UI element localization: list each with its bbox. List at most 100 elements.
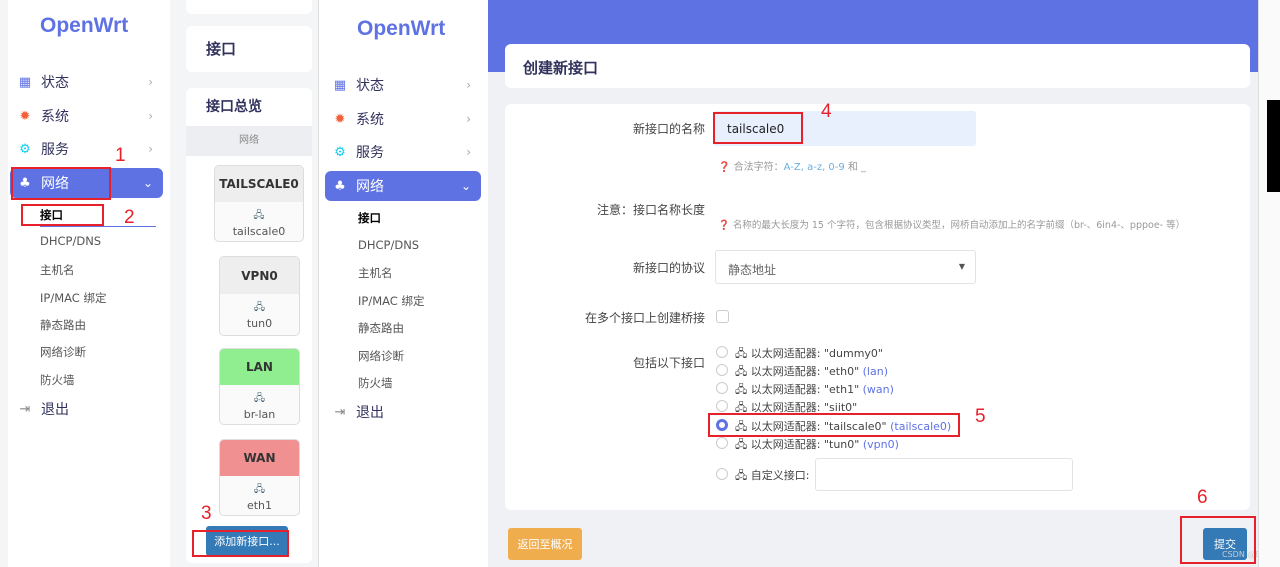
services-icon: ⚙ xyxy=(19,141,31,157)
adapter-icon: 🖧 xyxy=(735,347,748,360)
network-submenu-item[interactable]: 网络诊断 xyxy=(358,348,404,364)
background-window xyxy=(0,0,8,567)
chevron-right-icon: › xyxy=(148,142,153,156)
annotation-box xyxy=(1180,516,1256,564)
name-label: 新接口的名称 xyxy=(632,122,705,136)
nav-label: 服务 xyxy=(41,142,69,158)
adapter-icon: 🖧 xyxy=(735,383,748,396)
chevron-down-icon: ⌄ xyxy=(142,176,153,190)
interface-name: TAILSCALE0 xyxy=(215,166,303,202)
interface-option-label: 🖧 以太网适配器: "eth1" (wan) xyxy=(735,383,894,396)
network-submenu-item[interactable]: DHCP/DNS xyxy=(40,234,101,248)
network-submenu-item[interactable]: 防火墙 xyxy=(40,372,75,388)
p1-nav-item[interactable]: ⚙ 服务 › xyxy=(10,134,163,164)
dropdown-caret-icon: ▼ xyxy=(958,262,965,271)
column-header: 网络 xyxy=(186,126,312,156)
interface-name: LAN xyxy=(220,349,299,385)
network-submenu-item[interactable]: 静态路由 xyxy=(358,320,404,336)
annotation-box xyxy=(192,530,289,557)
annotation-box xyxy=(21,204,104,226)
logout-nav-item[interactable]: ⇥ 退出 xyxy=(10,394,163,424)
network-submenu-item[interactable]: 主机名 xyxy=(40,262,75,278)
annotation-number: 6 xyxy=(1197,487,1208,508)
p2-nav-item[interactable]: ♣ 网络 ⌄ xyxy=(325,171,481,201)
network-submenu-item[interactable]: DHCP/DNS xyxy=(358,238,419,252)
annotation-number: 3 xyxy=(201,503,212,524)
interface-device: tun0 xyxy=(246,317,273,331)
interface-radio[interactable] xyxy=(716,364,728,376)
interface-device: br-lan xyxy=(243,408,276,421)
network-submenu-item[interactable]: 网络诊断 xyxy=(40,344,86,360)
adapter-icon: 🖧 xyxy=(735,469,748,482)
adapter-icon: 🖧 xyxy=(735,365,748,378)
interface-card[interactable]: LAN 🖧 br-lan xyxy=(219,348,300,425)
interface-card[interactable]: VPN0 🖧 tun0 xyxy=(219,256,300,336)
adapter-icon: 🖧 xyxy=(253,484,266,495)
include-label: 包括以下接口 xyxy=(632,356,705,370)
network-submenu-item[interactable]: 主机名 xyxy=(358,265,393,281)
network-icon: ♣ xyxy=(334,178,346,194)
adapter-icon: 🖧 xyxy=(253,393,266,404)
p2-nav-item[interactable]: ▦ 状态 › xyxy=(325,70,481,100)
interface-radio[interactable] xyxy=(716,382,728,394)
annotation-box xyxy=(11,167,111,200)
protocol-label: 新接口的协议 xyxy=(632,261,705,275)
custom-interface-label: 🖧 自定义接口: xyxy=(735,469,810,482)
bridge-checkbox[interactable] xyxy=(716,310,729,323)
chevron-right-icon: › xyxy=(466,78,471,92)
p2-nav-item[interactable]: ⚙ 服务 › xyxy=(325,137,481,167)
nav-label: 退出 xyxy=(356,405,384,421)
chevron-down-icon: ⌄ xyxy=(460,179,471,193)
interface-radio[interactable] xyxy=(716,346,728,358)
nav-label: 网络 xyxy=(356,179,384,195)
nav-label: 状态 xyxy=(356,78,384,94)
interface-radio[interactable] xyxy=(716,400,728,412)
dashboard-icon: ▦ xyxy=(333,77,347,93)
protocol-value: 静态地址 xyxy=(728,263,777,277)
p1-nav-item[interactable]: ▦ 状态 › xyxy=(10,67,163,97)
interface-card[interactable]: WAN 🖧 eth1 xyxy=(219,439,300,516)
annotation-number: 4 xyxy=(821,101,832,122)
network-submenu-item[interactable]: IP/MAC 绑定 xyxy=(40,290,106,306)
adapter-icon: 🖧 xyxy=(253,210,265,221)
custom-interface-input[interactable] xyxy=(815,458,1073,491)
nav-label: 退出 xyxy=(41,402,69,418)
interface-radio[interactable] xyxy=(716,437,728,449)
network-submenu-item[interactable]: 接口 xyxy=(358,210,381,226)
network-submenu-item[interactable]: IP/MAC 绑定 xyxy=(358,293,424,309)
gear-icon: ✹ xyxy=(334,111,346,127)
annotation-box xyxy=(713,112,803,144)
nav-label: 状态 xyxy=(41,75,69,91)
interface-name: VPN0 xyxy=(220,257,299,295)
network-submenu-item[interactable]: 静态路由 xyxy=(40,317,86,333)
openwrt-logo: OpenWrt xyxy=(40,14,129,37)
gear-icon: ✹ xyxy=(19,108,31,124)
name-hint: ❓ 合法字符：A-Z, a-z, 0-9 和 _ xyxy=(718,162,867,173)
note-hint: ❓ 名称的最大长度为 15 个字符，包含根据协议类型，网桥自动添加上的名字前缀（… xyxy=(718,220,1186,231)
interface-option-label: 🖧 以太网适配器: "tun0" (vpn0) xyxy=(735,438,899,451)
adapter-icon: 🖧 xyxy=(735,438,748,451)
background-window-right xyxy=(1258,0,1280,567)
openwrt-logo: OpenWrt xyxy=(357,17,446,40)
logout-nav-item[interactable]: ⇥ 退出 xyxy=(325,397,481,427)
interface-option-label: 🖧 以太网适配器: "eth0" (lan) xyxy=(735,365,888,378)
page-title: 接口 xyxy=(206,40,237,58)
interface-card[interactable]: TAILSCALE0 🖧 tailscale0 xyxy=(214,165,304,242)
p2-nav-item[interactable]: ✹ 系统 › xyxy=(325,104,481,134)
nav-label: 系统 xyxy=(41,109,69,125)
adapter-icon: 🖧 xyxy=(253,302,266,314)
annotation-box xyxy=(708,413,960,437)
section-title: 接口总览 xyxy=(206,99,262,115)
annotation-number: 1 xyxy=(115,145,126,166)
dialog-header: 创建新接口 xyxy=(505,44,1250,88)
annotation-number: 2 xyxy=(124,207,135,228)
protocol-select[interactable]: 静态地址 ▼ xyxy=(715,250,976,284)
note-label: 注意：接口名称长度 xyxy=(596,203,705,217)
interface-device: eth1 xyxy=(246,499,273,512)
annotation-number: 5 xyxy=(975,406,986,427)
back-to-overview-button[interactable]: 返回至概况 xyxy=(508,528,582,560)
p1-nav-item[interactable]: ✹ 系统 › xyxy=(10,101,163,131)
custom-interface-radio[interactable] xyxy=(716,468,728,480)
network-submenu-item[interactable]: 防火墙 xyxy=(358,375,393,391)
chevron-right-icon: › xyxy=(466,145,471,159)
